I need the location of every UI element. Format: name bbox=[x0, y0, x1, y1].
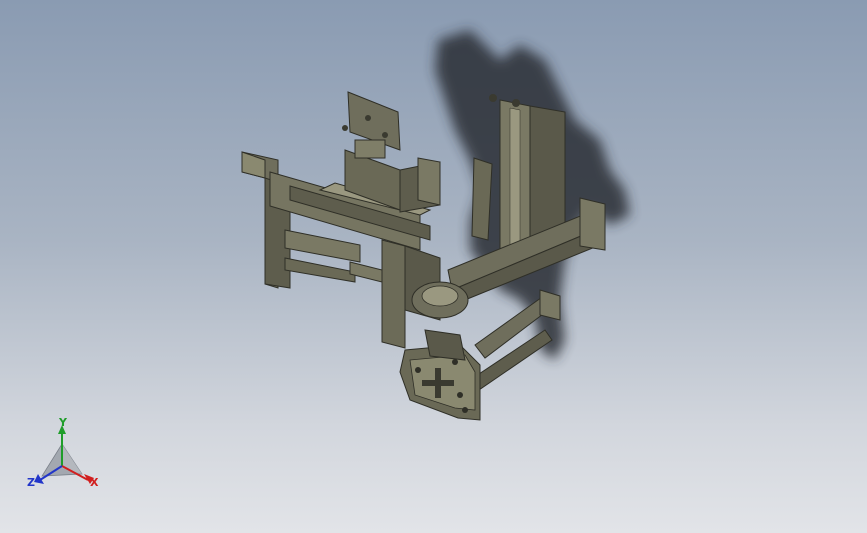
graphics-viewport[interactable]: Y X Z bbox=[0, 0, 867, 533]
z-axis-label: Z bbox=[27, 476, 35, 489]
diagonal-brace[interactable] bbox=[469, 289, 561, 393]
x-axis-label: X bbox=[90, 476, 99, 489]
upper-gripper[interactable] bbox=[342, 91, 441, 213]
assembly-model[interactable] bbox=[0, 0, 867, 533]
y-axis-label: Y bbox=[58, 418, 68, 429]
axis-triad: Y X Z bbox=[27, 418, 99, 489]
flange-plate[interactable] bbox=[399, 329, 481, 421]
